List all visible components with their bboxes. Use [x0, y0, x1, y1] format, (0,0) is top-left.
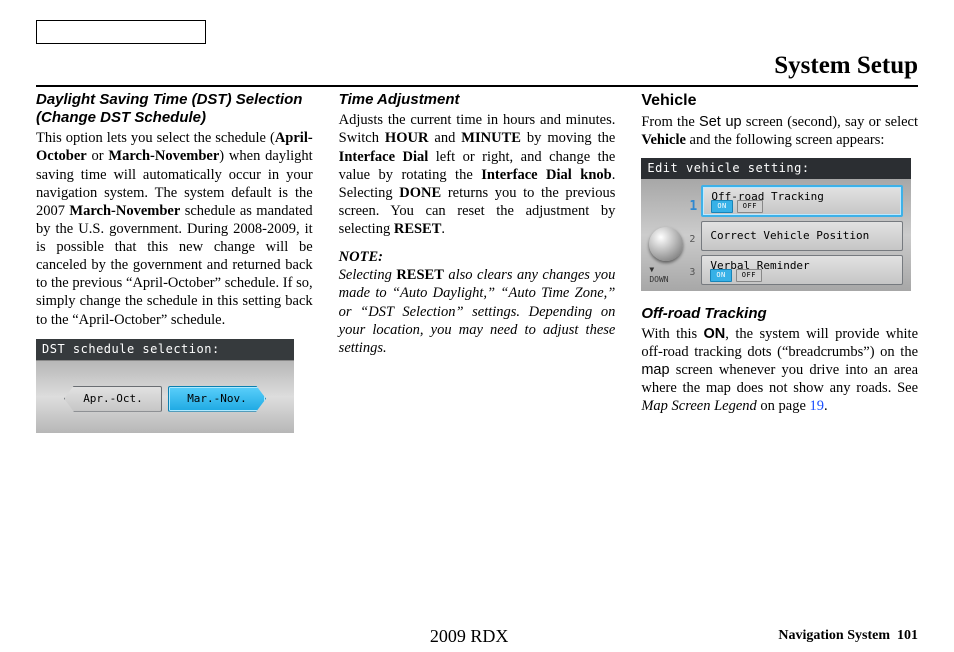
footer-model: 2009 RDX — [430, 625, 509, 648]
figure-title-bar: DST schedule selection: — [36, 339, 294, 360]
text: screen (second), say or select — [742, 114, 918, 130]
text: This option lets you select the schedule… — [36, 130, 275, 146]
text: Selecting — [339, 267, 397, 283]
dst-heading: Daylight Saving Time (DST) Selection (Ch… — [36, 91, 313, 127]
text: or — [87, 148, 109, 164]
text: schedule as mandated by the U.S. governm… — [36, 203, 313, 328]
text: on page — [757, 398, 810, 414]
page-reference-link[interactable]: 19 — [810, 398, 825, 414]
time-adjustment-heading: Time Adjustment — [339, 91, 616, 109]
vehicle-settings-figure: Edit vehicle setting: ▼DOWN 1 2 3 Off-ro… — [641, 158, 911, 291]
ui-term: Set up — [699, 114, 742, 130]
text: and the following screen appears: — [686, 132, 885, 148]
toggle-on[interactable]: ON — [711, 200, 732, 213]
text: by moving the — [521, 130, 615, 146]
figure-body: ▼DOWN 1 2 3 Off-road Tracking ON OFF Cor… — [641, 179, 911, 291]
dst-option-apr-oct[interactable]: Apr.-Oct. — [64, 386, 162, 412]
bold: Interface Dial — [339, 149, 429, 165]
toggle: ON OFF — [711, 200, 763, 213]
toggle-off[interactable]: OFF — [736, 269, 762, 282]
note-label: NOTE: — [339, 248, 616, 266]
column-3: Vehicle From the Set up screen (second),… — [641, 91, 918, 432]
row-correct-vehicle-position[interactable]: Correct Vehicle Position — [701, 221, 903, 251]
toggle-off[interactable]: OFF — [737, 200, 763, 213]
footer-page-info: Navigation System 101 — [778, 627, 918, 645]
vehicle-heading: Vehicle — [641, 91, 918, 111]
note-body: Selecting RESET also clears any changes … — [339, 266, 616, 357]
page-title: System Setup — [36, 50, 918, 81]
bold: RESET — [396, 267, 444, 283]
horizontal-rule — [36, 85, 918, 87]
footer-page-number: 101 — [897, 628, 918, 643]
bold: Interface Dial knob — [481, 167, 612, 183]
content-columns: Daylight Saving Time (DST) Selection (Ch… — [36, 91, 918, 432]
row-offroad-tracking[interactable]: Off-road Tracking ON OFF — [701, 185, 903, 217]
figure-title-bar: Edit vehicle setting: — [641, 158, 911, 179]
bold: March-November — [69, 203, 180, 219]
vehicle-intro-paragraph: From the Set up screen (second), say or … — [641, 113, 918, 149]
offroad-tracking-paragraph: With this ON, the system will provide wh… — [641, 325, 918, 416]
offroad-tracking-heading: Off-road Tracking — [641, 305, 918, 323]
dst-paragraph: This option lets you select the schedule… — [36, 129, 313, 328]
text: From the — [641, 114, 699, 130]
bold: ON — [704, 326, 726, 342]
header-empty-box — [36, 20, 206, 44]
row-label: Correct Vehicle Position — [710, 229, 869, 243]
bold: MINUTE — [461, 130, 521, 146]
text: With this — [641, 326, 703, 342]
ui-term: map — [641, 362, 669, 378]
text: DOWN — [649, 275, 668, 284]
text: and — [428, 130, 461, 146]
bold: RESET — [394, 221, 442, 237]
toggle-on[interactable]: ON — [710, 269, 731, 282]
figure-panel: Apr.-Oct. Mar.-Nov. — [36, 360, 294, 433]
bold: March-November — [108, 148, 219, 164]
text: . — [441, 221, 445, 237]
text: . — [824, 398, 828, 414]
column-2: Time Adjustment Adjusts the current time… — [339, 91, 616, 432]
bold: DONE — [399, 185, 441, 201]
row-number-1: 1 — [689, 199, 697, 215]
text: screen whenever you drive into an area w… — [641, 362, 918, 396]
time-adjustment-paragraph: Adjusts the current time in hours and mi… — [339, 111, 616, 238]
dst-option-mar-nov[interactable]: Mar.-Nov. — [168, 386, 266, 412]
footer-label: Navigation System — [778, 628, 890, 643]
column-1: Daylight Saving Time (DST) Selection (Ch… — [36, 91, 313, 432]
interface-dial-icon[interactable] — [649, 227, 683, 261]
dst-schedule-figure: DST schedule selection: Apr.-Oct. Mar.-N… — [36, 339, 294, 433]
bold: Vehicle — [641, 132, 686, 148]
row-number-2: 2 — [689, 234, 695, 247]
toggle: ON OFF — [710, 269, 762, 282]
down-label: ▼DOWN — [649, 265, 668, 285]
italic: Map Screen Legend — [641, 398, 756, 414]
row-number-3: 3 — [689, 267, 695, 280]
bold: HOUR — [385, 130, 429, 146]
row-verbal-reminder[interactable]: Verbal Reminder ON OFF — [701, 255, 903, 285]
